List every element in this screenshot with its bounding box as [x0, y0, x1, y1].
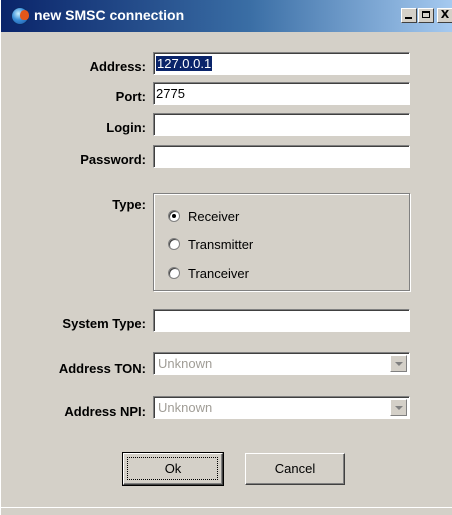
window-title: new SMSC connection [34, 7, 185, 23]
system-type-field[interactable] [153, 309, 410, 332]
radio-button-checked-icon[interactable] [168, 210, 180, 222]
address-value: 127.0.0.1 [156, 56, 213, 71]
dropdown-arrow-icon[interactable] [390, 355, 407, 372]
ok-button-label: Ok [164, 461, 182, 476]
type-label: Type: [112, 197, 146, 212]
maximize-button[interactable] [418, 8, 434, 23]
password-field[interactable] [153, 145, 410, 168]
address-npi-value: Unknown [158, 400, 213, 415]
app-globe-icon [11, 7, 29, 25]
address-npi-label: Address NPI: [64, 404, 146, 419]
address-label: Address: [89, 59, 146, 74]
address-ton-value: Unknown [158, 356, 213, 371]
minimize-icon [405, 17, 412, 19]
port-label: Port: [115, 89, 146, 104]
address-field[interactable]: 127.0.0.1 [153, 52, 410, 75]
cancel-button[interactable]: Cancel [245, 453, 345, 485]
password-label: Password: [80, 152, 146, 167]
radio-receiver[interactable]: Receiver [168, 208, 239, 224]
radio-transmitter-label[interactable]: Transmitter [188, 237, 253, 252]
radio-button-icon[interactable] [168, 238, 180, 250]
radio-transmitter[interactable]: Transmitter [168, 236, 253, 252]
window-bottom-edge [1, 507, 452, 508]
system-type-label: System Type: [62, 316, 146, 331]
address-ton-label: Address TON: [58, 361, 146, 376]
address-ton-select[interactable]: Unknown [153, 352, 410, 375]
close-icon: X [440, 8, 450, 21]
dialog-window: new SMSC connection X Address: 127.0.0.1… [0, 0, 452, 515]
cancel-button-label: Cancel [274, 461, 316, 476]
login-field[interactable] [153, 113, 410, 136]
minimize-button[interactable] [401, 8, 417, 23]
title-bar[interactable]: new SMSC connection X [1, 0, 452, 32]
maximize-icon [422, 11, 430, 18]
port-value: 2775 [156, 86, 185, 101]
close-button[interactable]: X [437, 8, 452, 23]
radio-button-icon[interactable] [168, 267, 180, 279]
type-radio-group: Receiver Transmitter Tranceiver [153, 193, 410, 291]
ok-button[interactable]: Ok [122, 452, 224, 486]
radio-receiver-label[interactable]: Receiver [188, 209, 239, 224]
login-label: Login: [106, 120, 146, 135]
port-field[interactable]: 2775 [153, 82, 410, 105]
radio-tranceiver[interactable]: Tranceiver [168, 265, 249, 281]
radio-tranceiver-label[interactable]: Tranceiver [188, 266, 249, 281]
dropdown-arrow-icon[interactable] [390, 399, 407, 416]
address-npi-select[interactable]: Unknown [153, 396, 410, 419]
